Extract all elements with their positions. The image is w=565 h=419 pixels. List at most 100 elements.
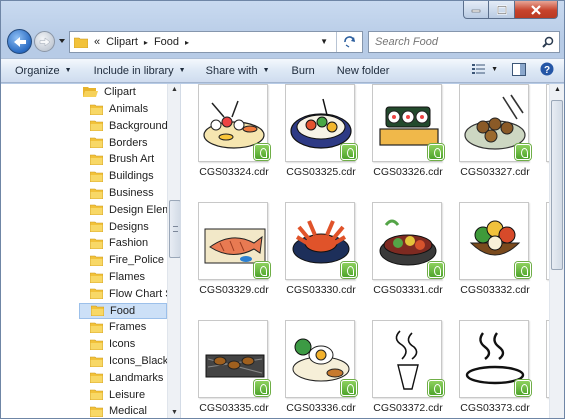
- coreldraw-badge-icon: [428, 144, 444, 160]
- tree-item[interactable]: Backgrounds: [90, 118, 173, 134]
- file-item[interactable]: CGS03372.cdr: [366, 320, 452, 418]
- folder-icon: [90, 204, 103, 216]
- recent-pages-chevron-icon[interactable]: [58, 37, 66, 45]
- file-item[interactable]: CGS03332.cdr: [453, 202, 539, 302]
- file-item[interactable]: CGS03326.cdr: [366, 84, 452, 184]
- tree-item[interactable]: Fire_Police: [90, 252, 164, 268]
- file-item[interactable]: CGS03324.cdr: [192, 84, 278, 184]
- file-name: CGS03324.cdr: [199, 166, 269, 178]
- address-overflow[interactable]: «: [94, 36, 100, 48]
- file-item[interactable]: CGS03335.cdr: [192, 320, 278, 418]
- file-item[interactable]: CGS03329.cdr: [192, 202, 278, 302]
- scrollbar-thumb[interactable]: [169, 200, 180, 258]
- file-item[interactable]: CGS03325.cdr: [279, 84, 365, 184]
- refresh-button[interactable]: [336, 32, 362, 52]
- folder-icon: [90, 171, 103, 182]
- tree-item[interactable]: Food: [79, 302, 167, 319]
- view-list-icon: [472, 64, 486, 74]
- folder-icon: [90, 406, 103, 417]
- organize-label: Organize: [15, 64, 60, 77]
- burn-button[interactable]: Burn: [292, 65, 315, 77]
- tree-item[interactable]: Brush Art: [90, 151, 154, 167]
- organize-menu[interactable]: Organize ▼: [15, 65, 72, 77]
- svg-text:?: ?: [544, 65, 550, 76]
- tree-item[interactable]: Landmarks: [90, 370, 163, 386]
- tree-item[interactable]: Icons: [90, 336, 135, 352]
- file-item[interactable]: CGS03373.cdr: [453, 320, 539, 418]
- folder-icon: [90, 255, 103, 266]
- tree-item[interactable]: Medical: [90, 403, 147, 418]
- breadcrumb-separator[interactable]: ▸: [144, 38, 148, 47]
- tree-label: Food: [110, 304, 136, 317]
- file-item[interactable]: CGS03331.cdr: [366, 202, 452, 302]
- scrollbar-thumb[interactable]: [551, 100, 563, 270]
- minimize-button[interactable]: [463, 1, 489, 19]
- file-name: CGS03335.cdr: [199, 402, 269, 414]
- file-item-partial[interactable]: [540, 320, 549, 418]
- address-history-chevron-icon[interactable]: ▼: [320, 37, 328, 46]
- tree-item-clipart[interactable]: Clipart: [83, 84, 136, 100]
- tree-item[interactable]: Buildings: [90, 168, 154, 184]
- folder-icon: [90, 272, 103, 283]
- file-name: CGS03372.cdr: [373, 402, 443, 414]
- scroll-up-arrow-icon[interactable]: ▲: [554, 86, 561, 93]
- file-item[interactable]: CGS03327.cdr: [453, 84, 539, 184]
- file-item-partial[interactable]: [540, 84, 549, 184]
- coreldraw-badge-icon: [254, 262, 270, 278]
- new-folder-button[interactable]: New folder: [337, 65, 390, 77]
- maximize-button[interactable]: [489, 1, 515, 19]
- file-item[interactable]: CGS03336.cdr: [279, 320, 365, 418]
- file-name: CGS03325.cdr: [286, 166, 356, 178]
- help-button[interactable]: ?: [540, 62, 554, 76]
- breadcrumb-clipart[interactable]: Clipart: [106, 36, 138, 48]
- tree-item[interactable]: Flames: [90, 269, 145, 285]
- search-box[interactable]: [368, 31, 560, 53]
- tree-item[interactable]: Borders: [90, 135, 148, 151]
- open-folder-icon: [83, 87, 98, 97]
- preview-pane-button[interactable]: [512, 62, 526, 76]
- tree-item[interactable]: Designs: [90, 219, 149, 235]
- scroll-down-arrow-icon[interactable]: ▼: [171, 409, 178, 416]
- tree-item[interactable]: Fashion: [90, 235, 148, 251]
- share-with-menu[interactable]: Share with ▼: [206, 65, 270, 77]
- tree-item[interactable]: Animals: [90, 101, 148, 117]
- file-name: CGS03326.cdr: [373, 166, 443, 178]
- folder-icon: [90, 221, 103, 233]
- folder-icon: [90, 389, 103, 401]
- tree-item[interactable]: Leisure: [90, 387, 145, 403]
- tree-label: Animals: [109, 103, 149, 115]
- forward-button[interactable]: [34, 31, 55, 52]
- close-icon: [531, 4, 541, 15]
- command-bar: Organize ▼ Include in library ▼ Share with…: [1, 58, 564, 83]
- file-list-scrollbar[interactable]: ▲: [549, 84, 564, 418]
- chevron-down-icon: ▼: [262, 67, 270, 74]
- address-bar[interactable]: « Clipart ▸ Food ▸ ▼: [69, 31, 363, 53]
- tree-label: Icons: [109, 338, 136, 351]
- file-item[interactable]: CGS03330.cdr: [279, 202, 365, 302]
- folder-icon: [91, 305, 104, 317]
- explorer-window: « Clipart ▸ Food ▸ ▼ Organize ▼ Include i…: [0, 0, 565, 419]
- breadcrumb-separator[interactable]: ▸: [185, 38, 189, 47]
- breadcrumb-food[interactable]: Food: [154, 36, 179, 48]
- coreldraw-badge-icon: [341, 262, 357, 278]
- folder-icon: [90, 339, 103, 350]
- folder-icon: [90, 120, 103, 132]
- navigation-scrollbar[interactable]: ▲ ▼: [167, 84, 180, 418]
- preview-pane-icon: [512, 62, 526, 76]
- scroll-up-arrow-icon[interactable]: ▲: [171, 86, 178, 93]
- search-icon[interactable]: [542, 36, 554, 48]
- folder-icon: [90, 288, 103, 300]
- search-input[interactable]: [375, 36, 535, 48]
- change-view-button[interactable]: ▼: [471, 62, 498, 76]
- tree-item[interactable]: Business: [90, 185, 154, 201]
- back-button[interactable]: [7, 29, 32, 54]
- content-area: Clipart Animals Backgrounds Borders Brush A…: [1, 84, 564, 418]
- maximize-icon: [496, 5, 507, 14]
- minimize-icon: [471, 9, 481, 12]
- navigation-pane: Clipart Animals Backgrounds Borders Brush A…: [1, 84, 181, 418]
- close-button[interactable]: [515, 1, 558, 19]
- tree-item[interactable]: Frames: [90, 319, 146, 335]
- file-item-partial[interactable]: [540, 202, 549, 302]
- tree-label: Flames: [109, 271, 146, 283]
- include-in-library-menu[interactable]: Include in library ▼: [94, 65, 186, 77]
